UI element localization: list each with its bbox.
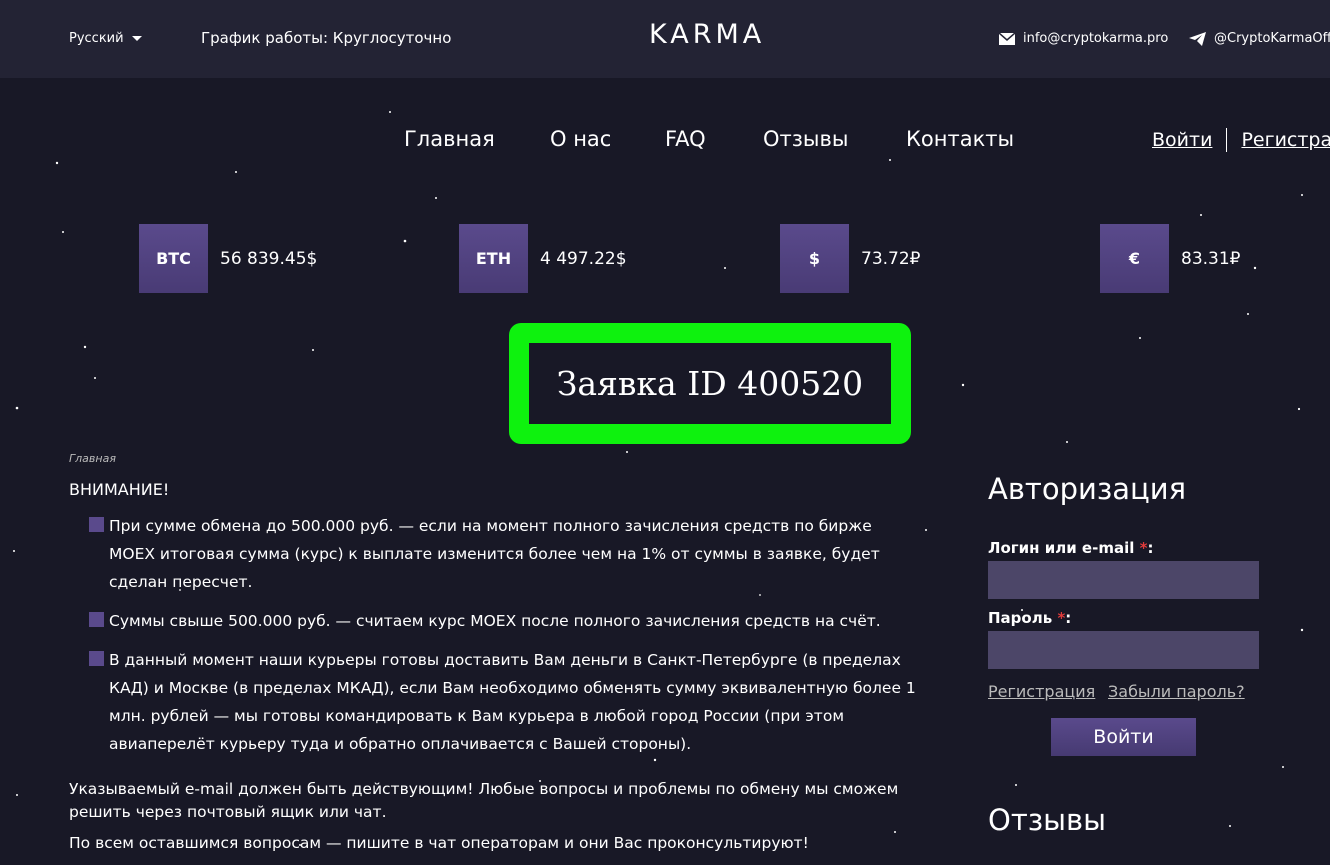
reviews-title: Отзывы	[988, 803, 1107, 837]
rate-symbol: $	[780, 224, 849, 293]
register-link-form[interactable]: Регистрация	[988, 682, 1095, 701]
nav-item-home[interactable]: Главная	[404, 127, 495, 151]
login-label-text: Логин или e-mail	[988, 539, 1135, 557]
password-label-text: Пароль	[988, 609, 1053, 627]
list-item: В данный момент наши курьеры готовы дост…	[89, 646, 919, 758]
rate-value: 83.31₽	[1181, 248, 1241, 269]
rate-symbol: BTC	[139, 224, 208, 293]
bullet-square-icon	[89, 517, 104, 532]
nav-item-about[interactable]: О нас	[550, 127, 611, 151]
site-logo[interactable]: KARMA	[649, 19, 765, 50]
telegram-text: @CryptoKarmaOffic	[1214, 31, 1330, 46]
rate-eur: € 83.31₽	[1100, 224, 1240, 293]
mail-icon	[999, 32, 1015, 45]
list-item: При сумме обмена до 500.000 руб. — если …	[89, 512, 919, 596]
top-bar: Русский График работы: Круглосуточно KAR…	[0, 0, 1330, 78]
rate-value: 56 839.45$	[220, 248, 318, 269]
rate-value: 73.72₽	[861, 248, 921, 269]
forgot-password-link[interactable]: Забыли пароль?	[1108, 682, 1245, 701]
label-colon: :	[1147, 539, 1154, 557]
label-colon: :	[1065, 609, 1072, 627]
password-input[interactable]	[988, 631, 1259, 669]
auth-title: Авторизация	[988, 472, 1187, 506]
rate-symbol: ETH	[459, 224, 528, 293]
email-contact[interactable]: info@cryptokarma.pro	[999, 31, 1168, 46]
list-item-text: В данный момент наши курьеры готовы дост…	[109, 651, 916, 753]
register-link[interactable]: Регистрация	[1241, 129, 1330, 151]
rate-value: 4 497.22$	[540, 248, 627, 269]
rate-eth: ETH 4 497.22$	[459, 224, 627, 293]
breadcrumb[interactable]: Главная	[69, 452, 116, 465]
list-item-text: При сумме обмена до 500.000 руб. — если …	[109, 517, 880, 591]
warning-heading: ВНИМАНИЕ!	[69, 480, 170, 499]
language-label: Русский	[69, 31, 124, 46]
password-label: Пароль *:	[988, 609, 1071, 627]
rate-btc: BTC 56 839.45$	[139, 224, 317, 293]
email-note: Указываемый e-mail должен быть действующ…	[69, 780, 899, 821]
nav-item-contacts[interactable]: Контакты	[906, 127, 1014, 151]
page-title: Заявка ID 400520	[556, 364, 864, 403]
list-item: Суммы свыше 500.000 руб. — считаем курс …	[89, 607, 919, 635]
login-input[interactable]	[988, 561, 1259, 599]
telegram-icon	[1189, 31, 1206, 46]
telegram-contact[interactable]: @CryptoKarmaOffic	[1189, 31, 1330, 46]
chat-note: По всем оставшимся вопросам — пишите в ч…	[69, 834, 809, 852]
email-text: info@cryptokarma.pro	[1023, 31, 1169, 46]
login-button[interactable]: Войти	[1051, 718, 1196, 756]
language-selector[interactable]: Русский	[69, 31, 142, 46]
nav-item-reviews[interactable]: Отзывы	[763, 127, 848, 151]
chevron-down-icon	[131, 36, 142, 41]
login-link[interactable]: Войти	[1152, 129, 1212, 151]
notice-list: При сумме обмена до 500.000 руб. — если …	[89, 512, 919, 769]
header-auth-links: Войти Регистрация	[1152, 128, 1330, 152]
rate-symbol: €	[1100, 224, 1169, 293]
bullet-square-icon	[89, 651, 104, 666]
login-label: Логин или e-mail *:	[988, 539, 1153, 557]
working-hours: График работы: Круглосуточно	[201, 29, 452, 47]
rate-usd: $ 73.72₽	[780, 224, 920, 293]
bullet-square-icon	[89, 612, 104, 627]
highlight-frame: Заявка ID 400520	[509, 323, 911, 444]
main-nav: Главная О нас FAQ Отзывы Контакты	[0, 127, 1330, 157]
nav-item-faq[interactable]: FAQ	[665, 127, 706, 151]
list-item-text: Суммы свыше 500.000 руб. — считаем курс …	[109, 612, 881, 630]
divider	[1226, 128, 1228, 152]
